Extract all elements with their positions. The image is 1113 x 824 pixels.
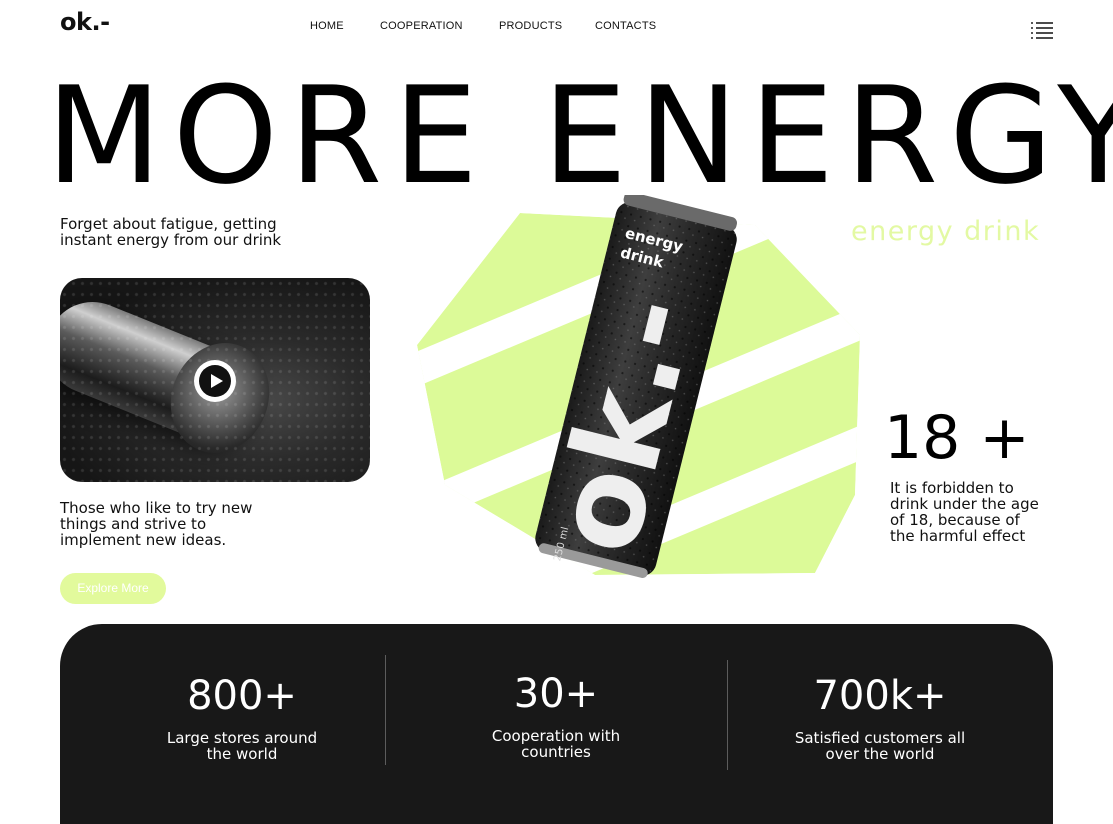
main-nav: HOME COOPERATION PRODUCTS CONTACTS <box>0 20 1113 34</box>
stat-value: 700k+ <box>813 673 947 719</box>
hero-headline: MORE ENERGY <box>46 58 1113 214</box>
stat-value: 800+ <box>187 673 297 719</box>
nav-products-link[interactable]: PRODUCTS <box>499 20 562 32</box>
hero-description: Those who like to try new things and str… <box>60 499 253 549</box>
hero-tagline: Forget about fatigue, getting instant en… <box>60 215 282 249</box>
explore-more-button[interactable]: Explore More <box>60 573 166 604</box>
nav-contacts-link[interactable]: CONTACTS <box>595 20 656 32</box>
stat-value: 30+ <box>513 671 599 717</box>
age-limit: 18 + <box>884 403 1030 473</box>
nav-home-link[interactable]: HOME <box>310 20 344 32</box>
stats-divider <box>385 655 386 765</box>
nav-cooperation-link[interactable]: COOPERATION <box>380 20 463 32</box>
stat-countries: 30+ Cooperation with countries <box>476 670 636 760</box>
play-button[interactable] <box>194 360 236 402</box>
product-art: energy drink 250 ml ok.- <box>417 195 860 578</box>
hamburger-list-icon[interactable] <box>1031 21 1053 39</box>
stat-customers: 700k+ Satisfied customers all over the w… <box>790 672 970 762</box>
stat-label: Large stores around the world <box>166 729 318 763</box>
product-label: energy drink <box>851 216 1041 247</box>
play-icon <box>199 365 231 397</box>
stat-stores: 800+ Large stores around the world <box>162 672 322 762</box>
stats-divider <box>727 660 728 770</box>
stat-label: Cooperation with countries <box>491 727 621 761</box>
age-warning-text: It is forbidden to drink under the age o… <box>890 479 1039 545</box>
stats-panel: 800+ Large stores around the world 30+ C… <box>60 624 1053 824</box>
stat-label: Satisfied customers all over the world <box>794 729 966 763</box>
